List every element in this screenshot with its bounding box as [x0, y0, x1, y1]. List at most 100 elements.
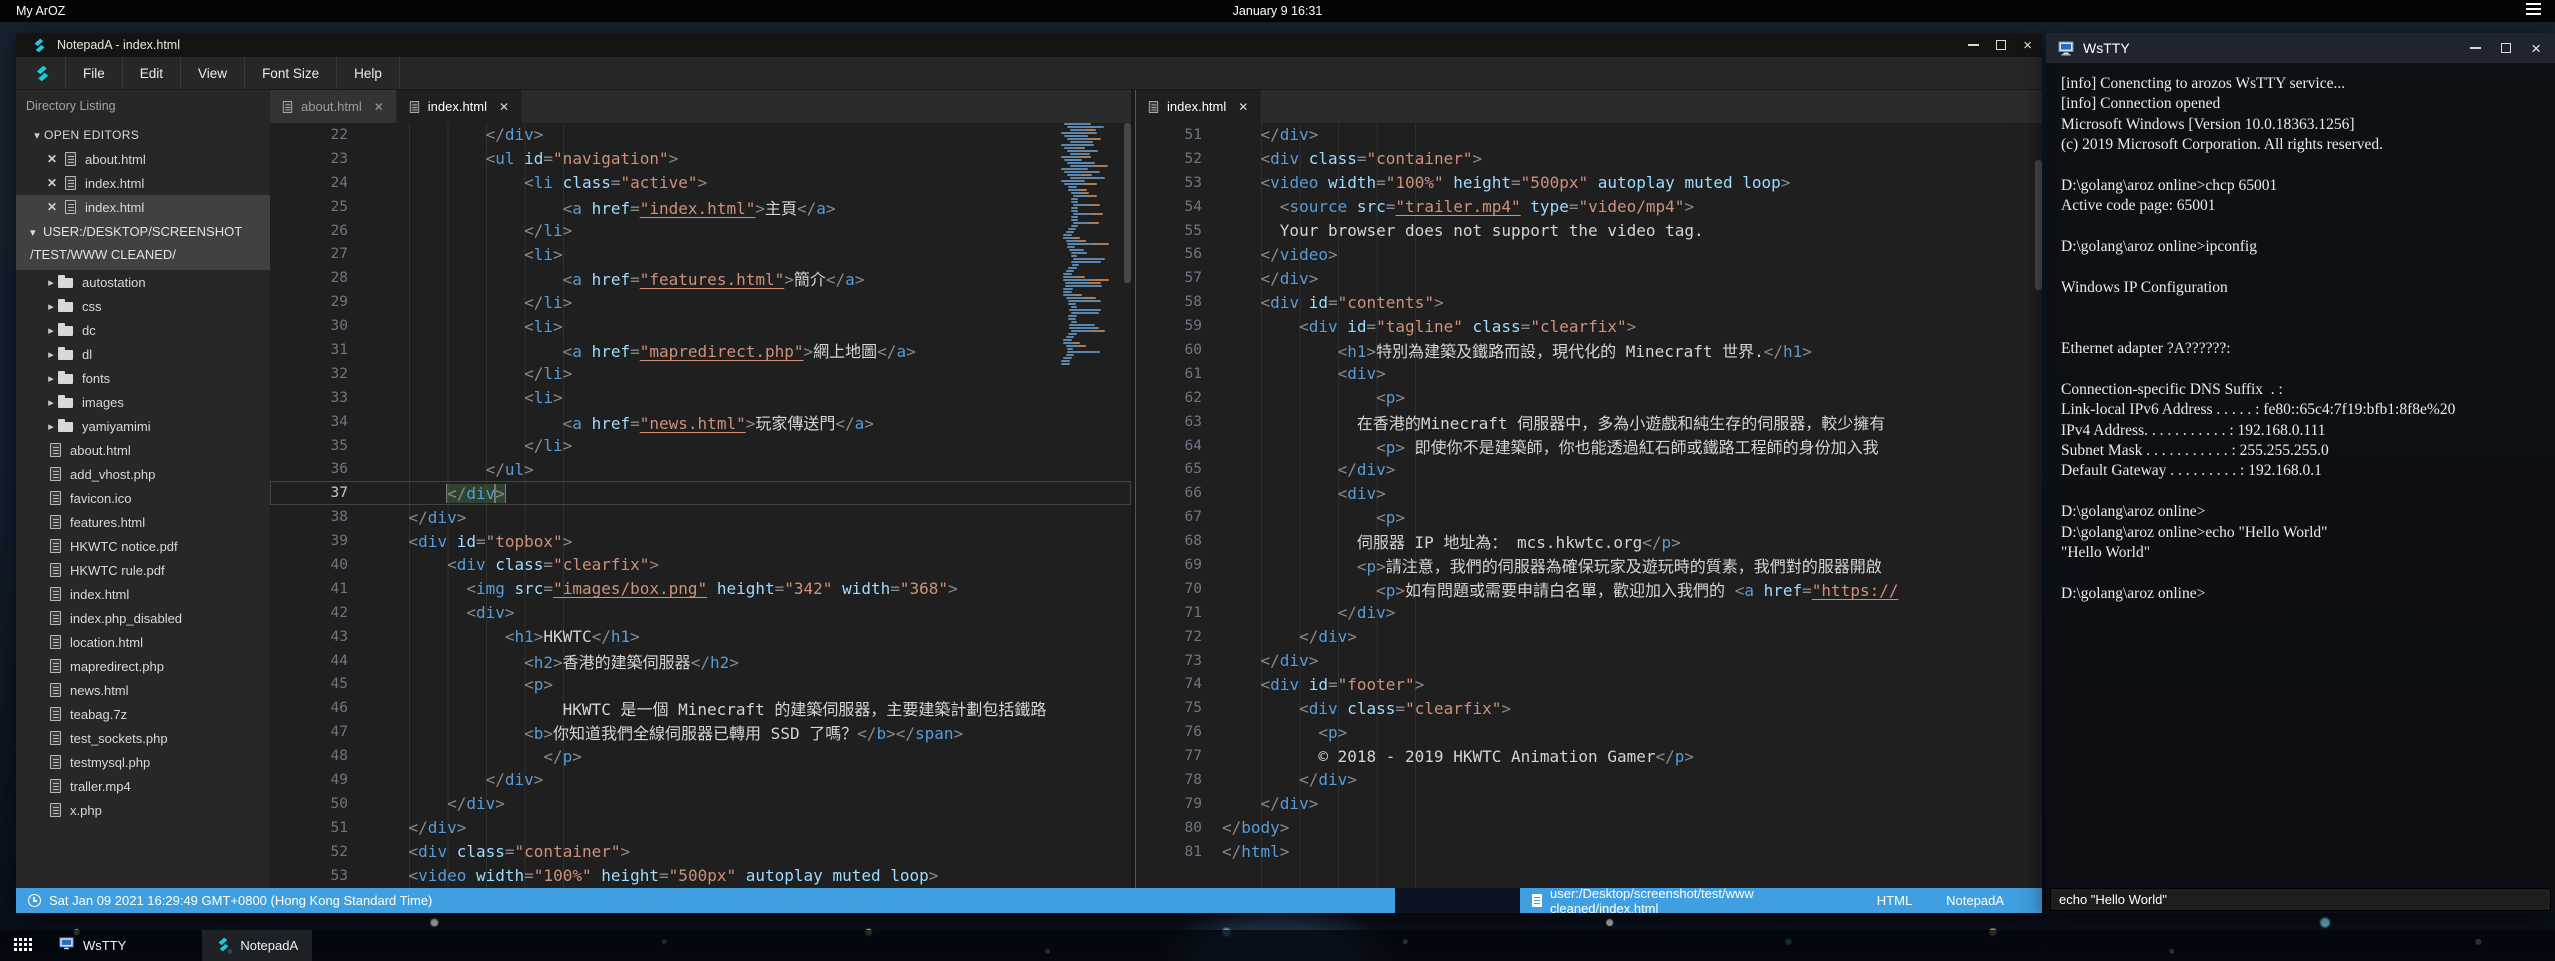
code-line[interactable]: 44 <h2>香港的建築伺服器</h2>: [270, 649, 1131, 673]
wstty-titlebar[interactable]: WsTTY ×: [2046, 33, 2555, 63]
code-line[interactable]: 60 <h1>特別為建築及鐵路而設，現代化的 Minecraft 世界.</h1…: [1136, 338, 2042, 362]
code-line[interactable]: 51 </div>: [1136, 123, 2042, 147]
file-item[interactable]: testmysql.php: [16, 750, 270, 774]
file-item[interactable]: teabag.7z: [16, 702, 270, 726]
file-item[interactable]: HKWTC notice.pdf: [16, 534, 270, 558]
code-line[interactable]: 63 在香港的Minecraft 伺服器中，多為小遊戲和純生存的伺服器，較少擁有: [1136, 410, 2042, 434]
code-line[interactable]: 64 <p> 即使你不是建築師，你也能透過紅石師或鐵路工程師的身份加入我: [1136, 434, 2042, 458]
code-line[interactable]: 69 <p>請注意，我們的伺服器為確保玩家及遊玩時的質素，我們對的服器開啟: [1136, 553, 2042, 577]
file-item[interactable]: mapredirect.php: [16, 654, 270, 678]
folder-item[interactable]: ▸dl: [16, 342, 270, 366]
menu-item-help[interactable]: Help: [337, 57, 400, 89]
code-line[interactable]: 81</html>: [1136, 840, 2042, 864]
open-editor-item[interactable]: ✕index.html: [16, 195, 270, 219]
menu-item-view[interactable]: View: [181, 57, 245, 89]
code-line[interactable]: 40 <div class="clearfix">: [270, 553, 1131, 577]
code-line[interactable]: 80</body>: [1136, 816, 2042, 840]
folder-item[interactable]: ▸images: [16, 390, 270, 414]
code-line[interactable]: 56 </video>: [1136, 242, 2042, 266]
file-item[interactable]: traller.mp4: [16, 774, 270, 798]
menu-item-edit[interactable]: Edit: [123, 57, 181, 89]
file-item[interactable]: index.html: [16, 582, 270, 606]
menu-item-file[interactable]: File: [66, 57, 123, 89]
code-line[interactable]: 37 </div>: [270, 481, 1131, 505]
tab-about.html[interactable]: about.html✕: [270, 90, 397, 123]
editor-pane-left[interactable]: about.html✕index.html✕ 22 </div>23 <ul i…: [270, 90, 1131, 888]
code-area-right[interactable]: 51 </div>52 <div class="container">53 <v…: [1136, 123, 2042, 888]
code-line[interactable]: 61 <div>: [1136, 362, 2042, 386]
code-line[interactable]: 45 <p>: [270, 672, 1131, 696]
tab-index.html[interactable]: index.html✕: [397, 90, 522, 123]
folder-item[interactable]: ▸fonts: [16, 366, 270, 390]
close-icon[interactable]: ✕: [499, 100, 509, 114]
app-launcher-icon[interactable]: [14, 938, 17, 941]
open-editor-item[interactable]: ✕index.html: [16, 171, 270, 195]
taskbar-item-wstty[interactable]: WsTTY: [45, 930, 140, 961]
file-item[interactable]: test_sockets.php: [16, 726, 270, 750]
statusbar-fileinfo[interactable]: user:/Desktop/screenshot/test/www cleane…: [1520, 888, 2042, 913]
code-line[interactable]: 57 </div>: [1136, 266, 2042, 290]
code-line[interactable]: 35 </li>: [270, 434, 1131, 458]
code-line[interactable]: 62 <p>: [1136, 386, 2042, 410]
code-line[interactable]: 46 HKWTC 是一個 Minecraft 的建築伺服器，主要建築計劃包括鐵路: [270, 696, 1131, 720]
file-item[interactable]: index.php_disabled: [16, 606, 270, 630]
code-area-left[interactable]: 22 </div>23 <ul id="navigation">24 <li c…: [270, 123, 1131, 888]
code-line[interactable]: 29 </li>: [270, 290, 1131, 314]
file-item[interactable]: about.html: [16, 438, 270, 462]
close-icon[interactable]: ✕: [45, 200, 59, 214]
code-line[interactable]: 72 </div>: [1136, 625, 2042, 649]
code-line[interactable]: 70 <p>如有問題或需要申請白名單，歡迎加入我們的 <a href="http…: [1136, 577, 2042, 601]
code-line[interactable]: 73 </div>: [1136, 649, 2042, 673]
scrollbar-right[interactable]: [2035, 160, 2042, 290]
code-line[interactable]: 32 </li>: [270, 362, 1131, 386]
code-line[interactable]: 27 <li>: [270, 242, 1131, 266]
editor-pane-right[interactable]: index.html✕ 51 </div>52 <div class="cont…: [1136, 90, 2042, 888]
code-line[interactable]: 23 <ul id="navigation">: [270, 147, 1131, 171]
code-line[interactable]: 68 伺服器 IP 地址為： mcs.hkwtc.org</p>: [1136, 529, 2042, 553]
code-line[interactable]: 30 <li>: [270, 314, 1131, 338]
file-item[interactable]: features.html: [16, 510, 270, 534]
code-line[interactable]: 47 <b>你知道我們全線伺服器已轉用 SSD 了嗎？</b></span>: [270, 720, 1131, 744]
code-line[interactable]: 38 </div>: [270, 505, 1131, 529]
maximize-icon[interactable]: [2501, 43, 2511, 53]
folder-item[interactable]: ▸dc: [16, 318, 270, 342]
code-line[interactable]: 42 <div>: [270, 601, 1131, 625]
close-icon[interactable]: ×: [2531, 40, 2541, 57]
code-line[interactable]: 24 <li class="active">: [270, 171, 1131, 195]
code-line[interactable]: 41 <img src="images/box.png" height="342…: [270, 577, 1131, 601]
code-line[interactable]: 49 </div>: [270, 768, 1131, 792]
code-line[interactable]: 28 <a href="features.html">簡介</a>: [270, 266, 1131, 290]
menu-item-font-size[interactable]: Font Size: [245, 57, 337, 89]
file-item[interactable]: news.html: [16, 678, 270, 702]
file-item[interactable]: HKWTC rule.pdf: [16, 558, 270, 582]
code-line[interactable]: 52 <div class="container">: [1136, 147, 2042, 171]
taskbar-item-notepada[interactable]: NotepadA: [202, 930, 312, 961]
close-icon[interactable]: ×: [2023, 38, 2032, 53]
code-line[interactable]: 22 </div>: [270, 123, 1131, 147]
terminal-output[interactable]: [info] Conencting to arozos WsTTY servic…: [2046, 63, 2555, 886]
file-item[interactable]: favicon.ico: [16, 486, 270, 510]
code-line[interactable]: 50 </div>: [270, 792, 1131, 816]
code-line[interactable]: 77 © 2018 - 2019 HKWTC Animation Gamer</…: [1136, 744, 2042, 768]
code-line[interactable]: 52 <div class="container">: [270, 840, 1131, 864]
minimap[interactable]: [1061, 123, 1123, 423]
code-line[interactable]: 74 <div id="footer">: [1136, 672, 2042, 696]
scrollbar-left[interactable]: [1124, 123, 1131, 283]
code-line[interactable]: 39 <div id="topbox">: [270, 529, 1131, 553]
code-line[interactable]: 75 <div class="clearfix">: [1136, 696, 2042, 720]
file-item[interactable]: location.html: [16, 630, 270, 654]
minimize-icon[interactable]: [1968, 44, 1979, 46]
code-line[interactable]: 55 Your browser does not support the vid…: [1136, 219, 2042, 243]
code-line[interactable]: 71 </div>: [1136, 601, 2042, 625]
code-line[interactable]: 67 <p>: [1136, 505, 2042, 529]
folder-item[interactable]: ▸autostation: [16, 270, 270, 294]
code-line[interactable]: 79 </div>: [1136, 792, 2042, 816]
close-icon[interactable]: ✕: [1238, 100, 1248, 114]
code-line[interactable]: 59 <div id="tagline" class="clearfix">: [1136, 314, 2042, 338]
close-icon[interactable]: ✕: [45, 152, 59, 166]
folder-item[interactable]: ▸css: [16, 294, 270, 318]
terminal-input[interactable]: echo "Hello World": [2050, 888, 2551, 911]
code-line[interactable]: 76 <p>: [1136, 720, 2042, 744]
code-line[interactable]: 31 <a href="mapredirect.php">網上地圖</a>: [270, 338, 1131, 362]
root-folder-item[interactable]: ▾USER:/DESKTOP/SCREENSHOT /TEST/WWW CLEA…: [16, 219, 270, 270]
